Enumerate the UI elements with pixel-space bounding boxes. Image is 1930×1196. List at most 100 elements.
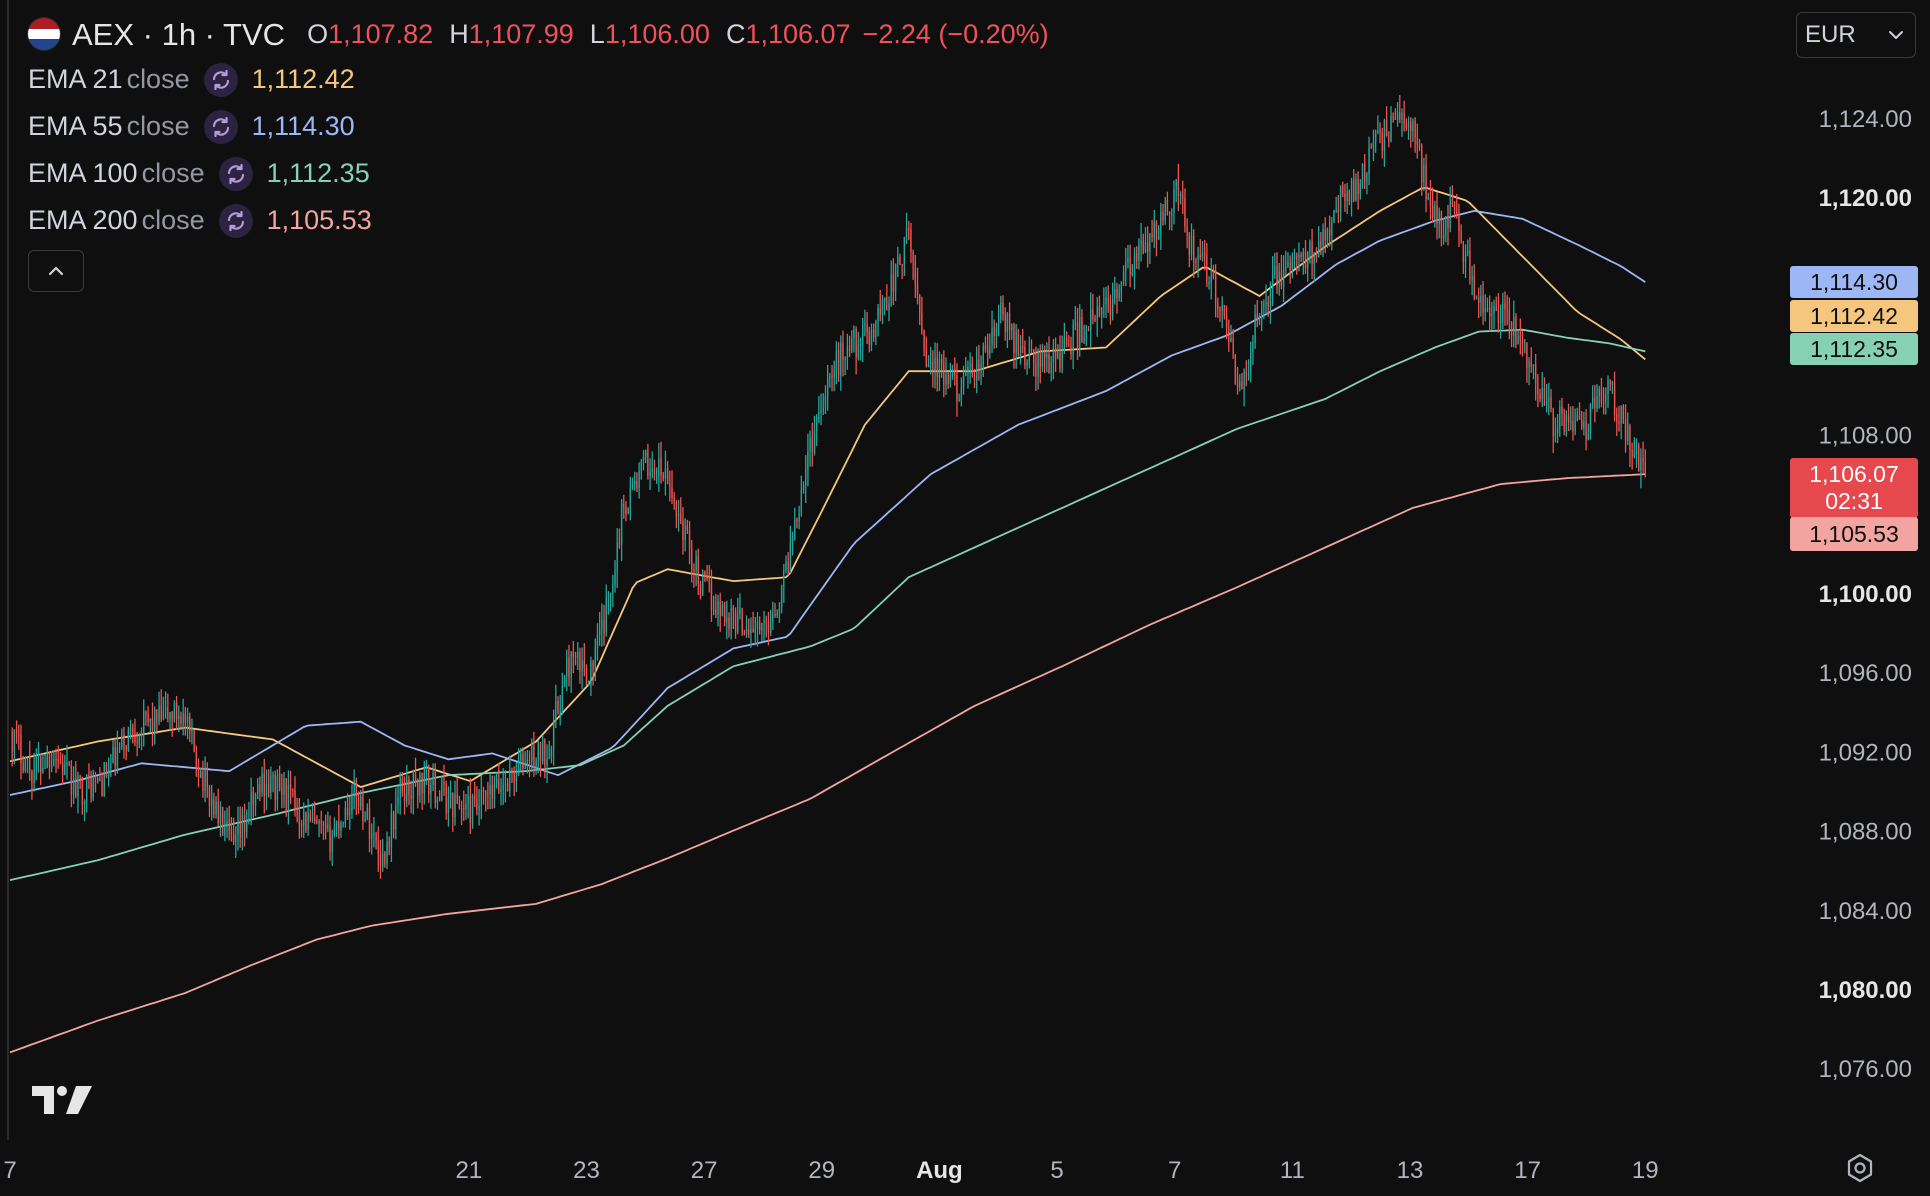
candle — [651, 451, 653, 479]
candle — [88, 763, 90, 790]
sync-icon[interactable] — [218, 156, 253, 191]
indicator-ema100[interactable]: EMA 100 close 1,112.35 — [28, 150, 1049, 197]
candle — [875, 319, 877, 346]
candle-body — [353, 779, 355, 793]
candle — [759, 616, 761, 635]
candle — [993, 319, 995, 349]
ema55-line — [9, 209, 1646, 796]
candle-body — [480, 790, 482, 807]
candle — [1405, 118, 1408, 131]
candle-body — [37, 757, 40, 759]
candle — [1629, 423, 1631, 468]
currency-select[interactable]: EUR — [1796, 12, 1916, 58]
indicator-ema200[interactable]: EMA 200 close 1,105.53 — [28, 197, 1049, 244]
candle — [1173, 180, 1175, 225]
candle-body — [754, 629, 756, 633]
symbol-title[interactable]: AEX · 1h · TVC — [72, 11, 285, 58]
candle — [761, 622, 763, 642]
candle-body — [1410, 122, 1412, 132]
candle-body — [631, 485, 634, 488]
candle — [1578, 402, 1581, 420]
candle — [739, 593, 741, 620]
chart-legend: AEX · 1h · TVC O 1,107.82 H 1,107.99 L 1,10… — [28, 12, 1049, 244]
candle — [862, 317, 864, 362]
candle-body — [226, 820, 228, 825]
candle — [1624, 404, 1627, 453]
candle-body — [118, 747, 121, 749]
indicator-source: close — [126, 64, 190, 94]
candle — [1355, 173, 1357, 202]
candle-body — [1260, 305, 1263, 317]
candle — [1122, 265, 1125, 287]
candle-body — [182, 713, 184, 724]
candle — [1221, 296, 1223, 329]
candle-body — [531, 746, 533, 762]
sync-icon[interactable] — [203, 62, 238, 97]
sync-icon[interactable] — [203, 109, 238, 144]
candle — [1488, 295, 1491, 332]
candle — [388, 836, 390, 856]
candle-body — [960, 387, 963, 401]
candle — [1079, 304, 1081, 357]
candle — [546, 744, 548, 783]
candle-body — [805, 470, 807, 486]
candle — [1392, 112, 1394, 123]
candle — [815, 414, 818, 446]
candle-body — [1048, 354, 1050, 374]
candle-body — [482, 790, 485, 792]
candle — [951, 364, 954, 380]
candle — [774, 602, 776, 618]
sync-icon[interactable] — [218, 203, 253, 238]
candle — [289, 770, 292, 805]
candle-body — [66, 762, 68, 765]
candle-body — [1011, 324, 1013, 330]
candle — [1598, 385, 1600, 409]
candle — [645, 449, 647, 464]
collapse-legend-button[interactable] — [28, 250, 84, 292]
candle-body — [1585, 420, 1587, 440]
candle-body — [502, 785, 504, 790]
candle-body — [1495, 306, 1497, 310]
candle-body — [1502, 302, 1504, 322]
candle-body — [925, 349, 927, 367]
indicator-ema55[interactable]: EMA 55 close 1,114.30 — [28, 103, 1049, 150]
candle — [1326, 227, 1329, 249]
candle — [1092, 293, 1094, 325]
candle-body — [103, 763, 105, 796]
x-axis-label: 29 — [808, 1157, 835, 1184]
candle — [408, 775, 410, 806]
candle — [197, 758, 200, 788]
candle — [1153, 209, 1155, 248]
settings-icon[interactable] — [1844, 1152, 1876, 1184]
candle — [465, 793, 467, 820]
candle — [26, 757, 29, 774]
candle-body — [436, 799, 439, 804]
candle-body — [77, 775, 79, 797]
candle — [456, 778, 458, 804]
candle-body — [1006, 313, 1009, 333]
indicator-ema21[interactable]: EMA 21 close 1,112.42 — [28, 56, 1049, 103]
candle-body — [1607, 380, 1609, 395]
candle-body — [875, 322, 877, 338]
candle-body — [1478, 297, 1480, 303]
candle-body — [250, 791, 252, 820]
indicator-source: close — [141, 158, 205, 188]
candle — [1190, 223, 1193, 261]
candle-body — [362, 796, 364, 821]
candle-body — [1059, 353, 1061, 369]
candle-body — [1252, 342, 1254, 353]
candle — [489, 773, 491, 810]
candle — [1480, 284, 1482, 317]
candle-body — [149, 718, 151, 722]
candle-body — [1526, 343, 1528, 368]
candle — [344, 800, 347, 828]
candle — [1166, 191, 1169, 216]
candle — [581, 647, 583, 690]
candle-body — [257, 783, 259, 795]
candle — [1105, 286, 1107, 318]
candle-body — [228, 820, 230, 832]
candle — [61, 753, 64, 785]
tradingview-logo[interactable] — [32, 1082, 92, 1118]
candle — [780, 584, 783, 614]
candle — [90, 770, 92, 803]
